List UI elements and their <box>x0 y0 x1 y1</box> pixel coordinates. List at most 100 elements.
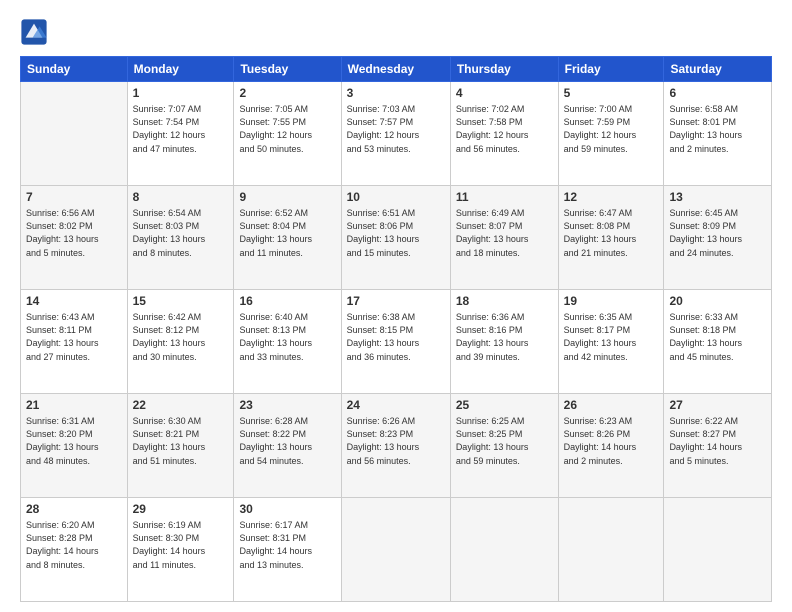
calendar-day: 26Sunrise: 6:23 AM Sunset: 8:26 PM Dayli… <box>558 394 664 498</box>
calendar-day-empty <box>21 82 128 186</box>
day-info: Sunrise: 7:05 AM Sunset: 7:55 PM Dayligh… <box>239 103 335 155</box>
day-info: Sunrise: 7:03 AM Sunset: 7:57 PM Dayligh… <box>347 103 445 155</box>
day-number: 28 <box>26 501 122 518</box>
calendar-day: 12Sunrise: 6:47 AM Sunset: 8:08 PM Dayli… <box>558 186 664 290</box>
day-number: 11 <box>456 189 553 206</box>
calendar-body: 1Sunrise: 7:07 AM Sunset: 7:54 PM Daylig… <box>21 82 772 602</box>
day-info: Sunrise: 6:40 AM Sunset: 8:13 PM Dayligh… <box>239 311 335 363</box>
day-info: Sunrise: 6:42 AM Sunset: 8:12 PM Dayligh… <box>133 311 229 363</box>
calendar-day: 13Sunrise: 6:45 AM Sunset: 8:09 PM Dayli… <box>664 186 772 290</box>
day-info: Sunrise: 6:45 AM Sunset: 8:09 PM Dayligh… <box>669 207 766 259</box>
day-number: 19 <box>564 293 659 310</box>
day-info: Sunrise: 6:31 AM Sunset: 8:20 PM Dayligh… <box>26 415 122 467</box>
day-number: 18 <box>456 293 553 310</box>
day-info: Sunrise: 6:36 AM Sunset: 8:16 PM Dayligh… <box>456 311 553 363</box>
calendar-day: 3Sunrise: 7:03 AM Sunset: 7:57 PM Daylig… <box>341 82 450 186</box>
day-info: Sunrise: 6:22 AM Sunset: 8:27 PM Dayligh… <box>669 415 766 467</box>
day-info: Sunrise: 6:26 AM Sunset: 8:23 PM Dayligh… <box>347 415 445 467</box>
calendar-day: 2Sunrise: 7:05 AM Sunset: 7:55 PM Daylig… <box>234 82 341 186</box>
calendar-page: SundayMondayTuesdayWednesdayThursdayFrid… <box>0 0 792 612</box>
day-info: Sunrise: 6:35 AM Sunset: 8:17 PM Dayligh… <box>564 311 659 363</box>
day-info: Sunrise: 6:30 AM Sunset: 8:21 PM Dayligh… <box>133 415 229 467</box>
day-info: Sunrise: 6:58 AM Sunset: 8:01 PM Dayligh… <box>669 103 766 155</box>
calendar-day: 5Sunrise: 7:00 AM Sunset: 7:59 PM Daylig… <box>558 82 664 186</box>
calendar-day: 6Sunrise: 6:58 AM Sunset: 8:01 PM Daylig… <box>664 82 772 186</box>
calendar-day: 19Sunrise: 6:35 AM Sunset: 8:17 PM Dayli… <box>558 290 664 394</box>
calendar-day: 22Sunrise: 6:30 AM Sunset: 8:21 PM Dayli… <box>127 394 234 498</box>
day-info: Sunrise: 6:52 AM Sunset: 8:04 PM Dayligh… <box>239 207 335 259</box>
day-number: 14 <box>26 293 122 310</box>
day-info: Sunrise: 6:43 AM Sunset: 8:11 PM Dayligh… <box>26 311 122 363</box>
weekday-header: Sunday <box>21 57 128 82</box>
day-number: 27 <box>669 397 766 414</box>
day-info: Sunrise: 6:17 AM Sunset: 8:31 PM Dayligh… <box>239 519 335 571</box>
day-info: Sunrise: 6:20 AM Sunset: 8:28 PM Dayligh… <box>26 519 122 571</box>
weekday-header: Tuesday <box>234 57 341 82</box>
header <box>20 18 772 46</box>
day-number: 4 <box>456 85 553 102</box>
day-info: Sunrise: 6:56 AM Sunset: 8:02 PM Dayligh… <box>26 207 122 259</box>
day-number: 22 <box>133 397 229 414</box>
calendar-week-row: 1Sunrise: 7:07 AM Sunset: 7:54 PM Daylig… <box>21 82 772 186</box>
day-number: 9 <box>239 189 335 206</box>
calendar-day: 21Sunrise: 6:31 AM Sunset: 8:20 PM Dayli… <box>21 394 128 498</box>
calendar-day: 30Sunrise: 6:17 AM Sunset: 8:31 PM Dayli… <box>234 498 341 602</box>
day-number: 23 <box>239 397 335 414</box>
weekday-header: Saturday <box>664 57 772 82</box>
day-number: 7 <box>26 189 122 206</box>
day-number: 8 <box>133 189 229 206</box>
day-number: 29 <box>133 501 229 518</box>
day-number: 20 <box>669 293 766 310</box>
day-info: Sunrise: 6:19 AM Sunset: 8:30 PM Dayligh… <box>133 519 229 571</box>
day-number: 26 <box>564 397 659 414</box>
calendar-table: SundayMondayTuesdayWednesdayThursdayFrid… <box>20 56 772 602</box>
calendar-day: 4Sunrise: 7:02 AM Sunset: 7:58 PM Daylig… <box>450 82 558 186</box>
calendar-day: 8Sunrise: 6:54 AM Sunset: 8:03 PM Daylig… <box>127 186 234 290</box>
day-info: Sunrise: 6:28 AM Sunset: 8:22 PM Dayligh… <box>239 415 335 467</box>
calendar-day: 29Sunrise: 6:19 AM Sunset: 8:30 PM Dayli… <box>127 498 234 602</box>
calendar-day: 24Sunrise: 6:26 AM Sunset: 8:23 PM Dayli… <box>341 394 450 498</box>
day-number: 24 <box>347 397 445 414</box>
logo-icon <box>20 18 48 46</box>
day-number: 30 <box>239 501 335 518</box>
day-number: 6 <box>669 85 766 102</box>
calendar-header: SundayMondayTuesdayWednesdayThursdayFrid… <box>21 57 772 82</box>
calendar-day: 16Sunrise: 6:40 AM Sunset: 8:13 PM Dayli… <box>234 290 341 394</box>
calendar-week-row: 28Sunrise: 6:20 AM Sunset: 8:28 PM Dayli… <box>21 498 772 602</box>
day-info: Sunrise: 6:38 AM Sunset: 8:15 PM Dayligh… <box>347 311 445 363</box>
day-info: Sunrise: 6:23 AM Sunset: 8:26 PM Dayligh… <box>564 415 659 467</box>
day-info: Sunrise: 6:49 AM Sunset: 8:07 PM Dayligh… <box>456 207 553 259</box>
day-info: Sunrise: 7:07 AM Sunset: 7:54 PM Dayligh… <box>133 103 229 155</box>
day-info: Sunrise: 7:02 AM Sunset: 7:58 PM Dayligh… <box>456 103 553 155</box>
calendar-day: 15Sunrise: 6:42 AM Sunset: 8:12 PM Dayli… <box>127 290 234 394</box>
day-number: 2 <box>239 85 335 102</box>
calendar-day-empty <box>450 498 558 602</box>
weekday-header: Friday <box>558 57 664 82</box>
day-number: 25 <box>456 397 553 414</box>
day-info: Sunrise: 7:00 AM Sunset: 7:59 PM Dayligh… <box>564 103 659 155</box>
calendar-day: 28Sunrise: 6:20 AM Sunset: 8:28 PM Dayli… <box>21 498 128 602</box>
day-info: Sunrise: 6:51 AM Sunset: 8:06 PM Dayligh… <box>347 207 445 259</box>
calendar-day-empty <box>664 498 772 602</box>
calendar-day: 25Sunrise: 6:25 AM Sunset: 8:25 PM Dayli… <box>450 394 558 498</box>
day-info: Sunrise: 6:33 AM Sunset: 8:18 PM Dayligh… <box>669 311 766 363</box>
calendar-day: 7Sunrise: 6:56 AM Sunset: 8:02 PM Daylig… <box>21 186 128 290</box>
day-number: 3 <box>347 85 445 102</box>
day-info: Sunrise: 6:47 AM Sunset: 8:08 PM Dayligh… <box>564 207 659 259</box>
weekday-header: Wednesday <box>341 57 450 82</box>
calendar-day-empty <box>558 498 664 602</box>
calendar-week-row: 14Sunrise: 6:43 AM Sunset: 8:11 PM Dayli… <box>21 290 772 394</box>
calendar-day: 27Sunrise: 6:22 AM Sunset: 8:27 PM Dayli… <box>664 394 772 498</box>
day-number: 17 <box>347 293 445 310</box>
weekday-row: SundayMondayTuesdayWednesdayThursdayFrid… <box>21 57 772 82</box>
calendar-day: 17Sunrise: 6:38 AM Sunset: 8:15 PM Dayli… <box>341 290 450 394</box>
day-number: 1 <box>133 85 229 102</box>
day-number: 12 <box>564 189 659 206</box>
day-info: Sunrise: 6:54 AM Sunset: 8:03 PM Dayligh… <box>133 207 229 259</box>
calendar-week-row: 21Sunrise: 6:31 AM Sunset: 8:20 PM Dayli… <box>21 394 772 498</box>
calendar-day: 11Sunrise: 6:49 AM Sunset: 8:07 PM Dayli… <box>450 186 558 290</box>
logo <box>20 18 52 46</box>
calendar-day: 10Sunrise: 6:51 AM Sunset: 8:06 PM Dayli… <box>341 186 450 290</box>
day-number: 10 <box>347 189 445 206</box>
day-info: Sunrise: 6:25 AM Sunset: 8:25 PM Dayligh… <box>456 415 553 467</box>
